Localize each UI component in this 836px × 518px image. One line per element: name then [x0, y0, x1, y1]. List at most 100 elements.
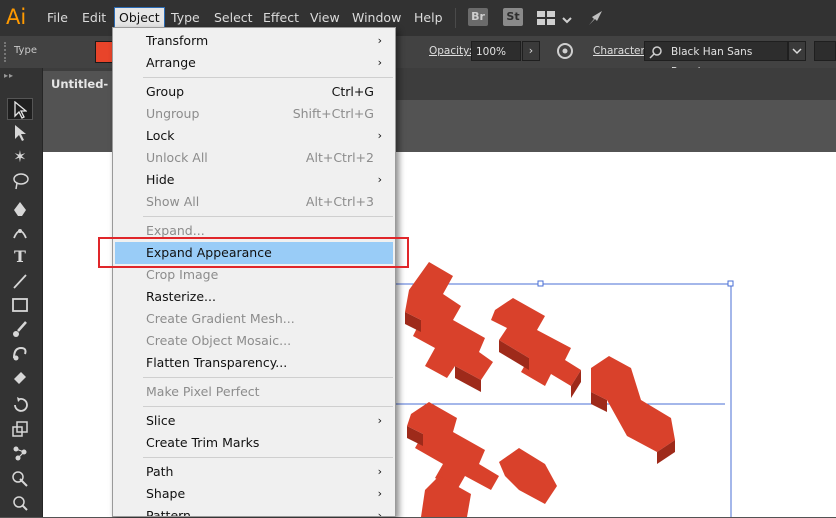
- selection-type-label: Type: [14, 45, 37, 56]
- menu-item-create-trim-marks[interactable]: Create Trim Marks: [113, 432, 395, 454]
- font-family-field[interactable]: Black Han Sans Regular: [644, 41, 788, 78]
- menu-item-shortcut: Shift+Ctrl+G: [292, 106, 374, 121]
- menu-item-flatten-transparency[interactable]: Flatten Transparency...: [113, 352, 395, 374]
- selection-tool-icon[interactable]: [7, 98, 33, 120]
- opacity-field[interactable]: 100%: [471, 41, 521, 61]
- submenu-arrow-icon: ›: [377, 465, 382, 478]
- menu-item-shape[interactable]: Shape ›: [113, 483, 395, 505]
- direct-selection-tool-icon[interactable]: [7, 122, 33, 144]
- pen-tool-icon[interactable]: [7, 198, 33, 220]
- bridge-button[interactable]: Br: [468, 8, 488, 26]
- menu-item-shortcut: Ctrl+G: [331, 84, 374, 99]
- menu-view[interactable]: View: [310, 9, 340, 27]
- opacity-arrow-button[interactable]: ›: [522, 41, 540, 61]
- curvature-tool-icon[interactable]: [7, 222, 33, 244]
- menu-item-label: Rasterize...: [146, 289, 216, 304]
- shape-builder-tool-icon[interactable]: [7, 468, 33, 490]
- chevron-down-icon[interactable]: [561, 11, 573, 24]
- menu-item-transform[interactable]: Transform ›: [113, 30, 395, 52]
- tools-panel-grip[interactable]: ▸▸: [4, 71, 14, 80]
- menu-item-group[interactable]: Group Ctrl+G: [113, 81, 395, 103]
- menu-separator: [143, 457, 393, 458]
- font-search-icon: [648, 44, 664, 59]
- menu-effect[interactable]: Effect: [263, 9, 299, 27]
- app-logo: Ai: [6, 5, 27, 29]
- submenu-arrow-icon: ›: [377, 487, 382, 500]
- menu-item-label: Flatten Transparency...: [146, 355, 288, 370]
- menu-item-label: Make Pixel Perfect: [146, 384, 260, 399]
- menubar-divider: [455, 8, 456, 28]
- magic-wand-tool-icon[interactable]: ✶: [7, 146, 33, 168]
- artwork-glyph-group: [405, 262, 675, 517]
- paintbrush-tool-icon[interactable]: [7, 318, 33, 340]
- menu-item-label: Unlock All: [146, 150, 208, 165]
- menu-item-shortcut: Alt+Ctrl+2: [305, 150, 374, 165]
- document-tab[interactable]: Untitled-1*: [43, 71, 113, 118]
- menu-separator: [143, 377, 393, 378]
- menu-item-label: Arrange: [146, 55, 196, 70]
- menu-item-label: Pattern: [146, 508, 191, 516]
- menu-item-path[interactable]: Path ›: [113, 461, 395, 483]
- menu-item-ungroup[interactable]: Ungroup Shift+Ctrl+G: [113, 103, 395, 125]
- arrange-documents-icon[interactable]: [537, 10, 557, 26]
- menu-item-make-pixel-perfect[interactable]: Make Pixel Perfect: [113, 381, 395, 403]
- submenu-arrow-icon: ›: [377, 173, 382, 186]
- menu-item-label: Shape: [146, 486, 186, 501]
- character-label[interactable]: Character:: [593, 45, 648, 57]
- type-tool-icon[interactable]: T: [7, 246, 33, 268]
- menu-item-slice[interactable]: Slice ›: [113, 410, 395, 432]
- menu-edit[interactable]: Edit: [82, 9, 106, 27]
- stock-button[interactable]: St: [503, 8, 523, 26]
- menu-item-pattern[interactable]: Pattern ›: [113, 505, 395, 516]
- eraser-tool-icon[interactable]: [7, 366, 33, 388]
- menu-object[interactable]: Object: [114, 7, 165, 29]
- menu-item-label: Transform: [146, 33, 209, 48]
- menu-item-show-all[interactable]: Show All Alt+Ctrl+3: [113, 191, 395, 213]
- rotate-tool-icon[interactable]: [7, 394, 33, 416]
- annotation-highlight-box: [98, 237, 409, 268]
- submenu-arrow-icon: ›: [377, 34, 382, 47]
- menu-item-label: Lock: [146, 128, 175, 143]
- menu-item-label: Show All: [146, 194, 200, 209]
- menu-item-create-object-mosaic[interactable]: Create Object Mosaic...: [113, 330, 395, 352]
- shaper-tool-icon[interactable]: [7, 342, 33, 364]
- font-dropdown-button[interactable]: [788, 41, 806, 61]
- menu-item-shortcut: Alt+Ctrl+3: [305, 194, 374, 209]
- menu-item-label: Create Trim Marks: [146, 435, 260, 450]
- menu-item-label: Ungroup: [146, 106, 200, 121]
- menu-item-label: Create Object Mosaic...: [146, 333, 292, 348]
- lasso-tool-icon[interactable]: [7, 170, 33, 192]
- menu-separator: [143, 77, 393, 78]
- menu-file[interactable]: File: [47, 9, 68, 27]
- menu-window[interactable]: Window: [352, 9, 401, 27]
- line-segment-tool-icon[interactable]: [7, 270, 33, 292]
- submenu-arrow-icon: ›: [377, 129, 382, 142]
- menu-item-lock[interactable]: Lock ›: [113, 125, 395, 147]
- menu-item-label: Path: [146, 464, 174, 479]
- menu-help[interactable]: Help: [414, 9, 443, 27]
- recolor-artwork-icon[interactable]: [556, 42, 574, 60]
- menu-item-hide[interactable]: Hide ›: [113, 169, 395, 191]
- menu-item-label: Slice: [146, 413, 176, 428]
- control-bar-grip[interactable]: [4, 42, 10, 62]
- live-paint-tool-icon[interactable]: [7, 492, 33, 514]
- isometric-text-artwork[interactable]: [395, 250, 836, 517]
- rectangle-tool-icon[interactable]: [7, 294, 33, 316]
- gpu-rocket-icon[interactable]: [586, 8, 606, 28]
- menu-item-arrange[interactable]: Arrange ›: [113, 52, 395, 74]
- menu-separator: [143, 216, 393, 217]
- submenu-arrow-icon: ›: [377, 509, 382, 516]
- menu-item-unlock-all[interactable]: Unlock All Alt+Ctrl+2: [113, 147, 395, 169]
- menu-item-rasterize[interactable]: Rasterize...: [113, 286, 395, 308]
- puppet-warp-tool-icon[interactable]: [7, 442, 33, 464]
- font-style-field[interactable]: [814, 41, 836, 61]
- menu-type[interactable]: Type: [171, 9, 200, 27]
- submenu-arrow-icon: ›: [377, 414, 382, 427]
- menu-item-label: Create Gradient Mesh...: [146, 311, 295, 326]
- menu-item-label: Group: [146, 84, 185, 99]
- menu-item-create-gradient-mesh[interactable]: Create Gradient Mesh...: [113, 308, 395, 330]
- opacity-label[interactable]: Opacity:: [429, 45, 472, 57]
- menu-select[interactable]: Select: [214, 9, 253, 27]
- object-menu-dropdown: Transform › Arrange › Group Ctrl+G Ungroup S…: [112, 27, 396, 517]
- scale-tool-icon[interactable]: [7, 418, 33, 440]
